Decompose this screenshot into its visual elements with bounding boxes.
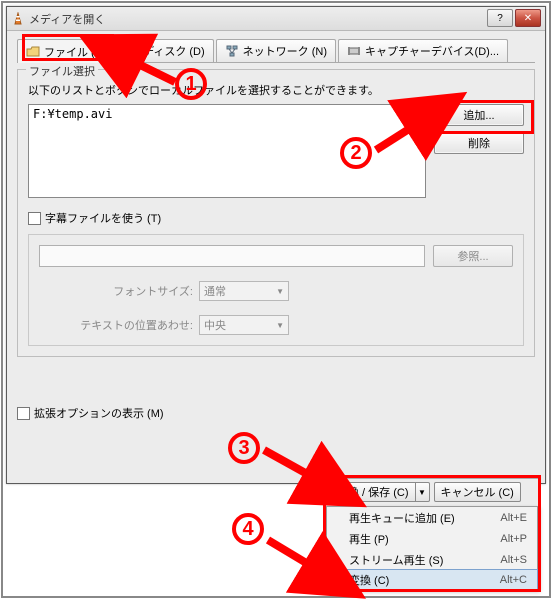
action-menu: 再生キューに追加 (E) Alt+E 再生 (P) Alt+P ストリーム再生 … — [326, 506, 538, 590]
close-button[interactable]: ✕ — [515, 9, 541, 27]
disc-icon — [125, 44, 139, 58]
split-arrow[interactable]: ▼ — [416, 482, 430, 502]
network-icon — [225, 44, 239, 58]
tab-label: ディスク (D) — [143, 43, 205, 59]
font-size-combo: 通常 ▼ — [199, 281, 289, 301]
menu-item-play[interactable]: 再生 (P) Alt+P — [327, 528, 537, 549]
titlebar[interactable]: メディアを開く ? ✕ — [7, 7, 545, 31]
menu-item-label: ストリーム再生 (S) — [349, 552, 443, 568]
chevron-down-icon: ▼ — [276, 321, 284, 330]
help-button[interactable]: ? — [487, 9, 513, 27]
file-select-legend: ファイル選択 — [26, 63, 98, 79]
menu-item-shortcut: Alt+S — [500, 554, 527, 566]
align-label: テキストの位置あわせ: — [39, 317, 199, 333]
align-combo: 中央 ▼ — [199, 315, 289, 335]
tab-file[interactable]: ファイル (F) — [17, 39, 114, 63]
subtitle-group: 参照... フォントサイズ: 通常 ▼ テキストの位置あわせ: 中央 ▼ — [28, 234, 524, 346]
tab-network[interactable]: ネットワーク (N) — [216, 39, 336, 62]
font-size-value: 通常 — [204, 283, 226, 299]
checkbox-icon[interactable] — [28, 212, 41, 225]
tab-label: キャプチャーデバイス(D)... — [365, 43, 499, 59]
browse-button: 参照... — [433, 245, 513, 267]
tab-disc[interactable]: ディスク (D) — [116, 39, 214, 62]
window-title: メディアを開く — [29, 11, 105, 27]
tab-label: ファイル (F) — [44, 44, 105, 60]
menu-item-shortcut: Alt+P — [500, 533, 527, 545]
action-panel: 変換 / 保存 (C) ▼ キャンセル (C) 再生キューに追加 (E) Alt… — [326, 478, 538, 590]
menu-item-label: 再生 (P) — [349, 531, 389, 547]
tab-capture[interactable]: キャプチャーデバイス(D)... — [338, 39, 508, 62]
subtitle-path-input — [39, 245, 425, 267]
menu-item-enqueue[interactable]: 再生キューに追加 (E) Alt+E — [327, 507, 537, 528]
align-value: 中央 — [204, 317, 226, 333]
file-select-group: ファイル選択 以下のリストとボタンでローカルファイルを選択することができます。 … — [17, 69, 535, 357]
subtitle-checkbox-row[interactable]: 字幕ファイルを使う (T) — [28, 210, 524, 226]
menu-item-stream[interactable]: ストリーム再生 (S) Alt+S — [327, 549, 537, 570]
file-select-instruction: 以下のリストとボタンでローカルファイルを選択することができます。 — [28, 82, 524, 98]
extended-checkbox-row[interactable]: 拡張オプションの表示 (M) — [17, 405, 535, 421]
tab-label: ネットワーク (N) — [243, 43, 327, 59]
menu-item-shortcut: Alt+C — [500, 574, 527, 586]
checkbox-icon[interactable] — [17, 407, 30, 420]
menu-item-shortcut: Alt+E — [500, 512, 527, 524]
convert-save-button[interactable]: 変換 / 保存 (C) — [330, 482, 416, 502]
add-button[interactable]: 追加... — [434, 104, 524, 126]
file-list[interactable]: F:¥temp.avi — [28, 104, 426, 198]
font-size-label: フォントサイズ: — [39, 283, 199, 299]
cancel-button[interactable]: キャンセル (C) — [434, 482, 521, 502]
remove-button[interactable]: 削除 — [434, 132, 524, 154]
vlc-cone-icon — [11, 12, 25, 26]
chevron-down-icon: ▼ — [276, 287, 284, 296]
extended-checkbox-label: 拡張オプションの表示 (M) — [34, 405, 164, 421]
file-list-item[interactable]: F:¥temp.avi — [33, 107, 421, 121]
folder-icon — [26, 45, 40, 59]
menu-item-convert[interactable]: 変換 (C) Alt+C — [326, 569, 538, 590]
menu-item-label: 再生キューに追加 (E) — [349, 510, 455, 526]
tabs: ファイル (F) ディスク (D) ネットワーク (N) キャプチャーデバイス(… — [17, 39, 535, 63]
capture-icon — [347, 44, 361, 58]
window-buttons: ? ✕ — [485, 9, 541, 27]
menu-item-label: 変換 (C) — [349, 572, 389, 588]
dialog-body: ファイル (F) ディスク (D) ネットワーク (N) キャプチャーデバイス(… — [7, 31, 545, 429]
open-media-dialog: メディアを開く ? ✕ ファイル (F) ディスク (D) — [6, 6, 546, 484]
convert-save-split-button[interactable]: 変換 / 保存 (C) ▼ — [330, 482, 430, 502]
subtitle-checkbox-label: 字幕ファイルを使う (T) — [45, 210, 161, 226]
